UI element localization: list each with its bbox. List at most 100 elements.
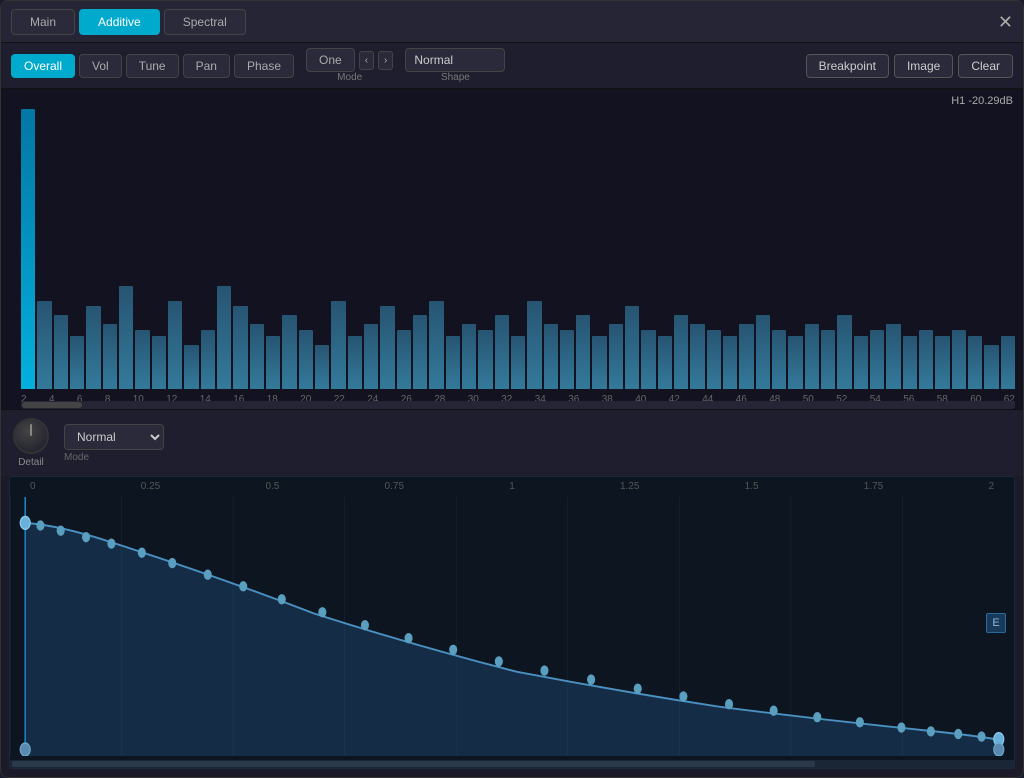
clear-button[interactable]: Clear — [958, 54, 1013, 78]
bar-58[interactable] — [952, 330, 966, 389]
bar-44[interactable] — [723, 336, 737, 389]
env-dot[interactable] — [856, 717, 864, 727]
spectrum-scrollbar[interactable] — [21, 401, 1015, 409]
bar-19[interactable] — [315, 345, 329, 389]
env-dot[interactable] — [540, 665, 548, 675]
toolbar-phase[interactable]: Phase — [234, 54, 294, 78]
bar-56[interactable] — [919, 330, 933, 389]
bar-5[interactable] — [86, 306, 100, 389]
bar-57[interactable] — [935, 336, 949, 389]
bar-40[interactable] — [658, 336, 672, 389]
bar-9[interactable] — [152, 336, 166, 389]
bar-59[interactable] — [968, 336, 982, 389]
bar-41[interactable] — [674, 315, 688, 389]
env-dot[interactable] — [449, 645, 457, 655]
bar-24[interactable] — [397, 330, 411, 389]
env-dot[interactable] — [318, 607, 326, 617]
env-dot[interactable] — [138, 548, 146, 558]
bar-49[interactable] — [805, 324, 819, 389]
toolbar-pan[interactable]: Pan — [183, 54, 230, 78]
bar-20[interactable] — [331, 301, 345, 389]
envelope-scrollbar[interactable] — [10, 760, 1014, 768]
bar-22[interactable] — [364, 324, 378, 389]
env-dot[interactable] — [107, 538, 115, 548]
bar-54[interactable] — [886, 324, 900, 389]
env-dot[interactable] — [36, 520, 44, 530]
bar-48[interactable] — [788, 336, 802, 389]
bar-15[interactable] — [250, 324, 264, 389]
bar-43[interactable] — [707, 330, 721, 389]
env-dot[interactable] — [361, 620, 369, 630]
bar-11[interactable] — [184, 345, 198, 389]
env-dot[interactable] — [168, 558, 176, 568]
env-dot[interactable] — [954, 729, 962, 739]
env-dot[interactable] — [82, 532, 90, 542]
bar-61[interactable] — [1001, 336, 1015, 389]
bar-31[interactable] — [511, 336, 525, 389]
bar-34[interactable] — [560, 330, 574, 389]
detail-knob[interactable] — [13, 418, 49, 454]
bar-29[interactable] — [478, 330, 492, 389]
env-dot[interactable] — [634, 683, 642, 693]
bar-33[interactable] — [544, 324, 558, 389]
bar-52[interactable] — [854, 336, 868, 389]
env-dot[interactable] — [495, 656, 503, 666]
bar-7[interactable] — [119, 286, 133, 389]
close-button[interactable]: ✕ — [998, 13, 1013, 31]
bar-28[interactable] — [462, 324, 476, 389]
bar-30[interactable] — [495, 315, 509, 389]
bar-25[interactable] — [413, 315, 427, 389]
mode-prev-btn[interactable]: ‹ — [359, 51, 374, 70]
bar-27[interactable] — [446, 336, 460, 389]
env-dot[interactable] — [278, 594, 286, 604]
bar-2[interactable] — [37, 301, 51, 389]
env-dot[interactable] — [204, 570, 212, 580]
bar-14[interactable] — [233, 306, 247, 389]
env-dot[interactable] — [770, 705, 778, 715]
env-dot[interactable] — [405, 633, 413, 643]
bar-1[interactable] — [21, 109, 35, 389]
env-dot[interactable] — [897, 722, 905, 732]
toolbar-overall[interactable]: Overall — [11, 54, 75, 78]
env-dot[interactable] — [813, 712, 821, 722]
bar-55[interactable] — [903, 336, 917, 389]
bar-53[interactable] — [870, 330, 884, 389]
bar-13[interactable] — [217, 286, 231, 389]
bar-17[interactable] — [282, 315, 296, 389]
bar-50[interactable] — [821, 330, 835, 389]
bar-60[interactable] — [984, 345, 998, 389]
bar-16[interactable] — [266, 336, 280, 389]
mode-value-btn[interactable]: One — [306, 48, 355, 72]
bar-23[interactable] — [380, 306, 394, 389]
bar-46[interactable] — [756, 315, 770, 389]
bar-42[interactable] — [690, 324, 704, 389]
bar-39[interactable] — [641, 330, 655, 389]
bar-21[interactable] — [348, 336, 362, 389]
env-dot[interactable] — [239, 581, 247, 591]
envelope-area[interactable]: 00.250.50.7511.251.51.752 — [9, 476, 1015, 769]
env-dot-bottom-left[interactable] — [20, 743, 30, 756]
mode-next-btn[interactable]: › — [378, 51, 393, 70]
bar-35[interactable] — [576, 315, 590, 389]
image-button[interactable]: Image — [894, 54, 953, 78]
bar-18[interactable] — [299, 330, 313, 389]
tab-main[interactable]: Main — [11, 9, 75, 35]
bar-38[interactable] — [625, 306, 639, 389]
env-dot[interactable] — [725, 699, 733, 709]
bar-36[interactable] — [592, 336, 606, 389]
tab-spectral[interactable]: Spectral — [164, 9, 246, 35]
toolbar-tune[interactable]: Tune — [126, 54, 179, 78]
bar-47[interactable] — [772, 330, 786, 389]
detail-mode-select[interactable]: Normal Linear Log — [64, 424, 164, 450]
bar-3[interactable] — [54, 315, 68, 389]
env-dot[interactable] — [587, 674, 595, 684]
env-dot[interactable] — [927, 726, 935, 736]
envelope-end-button[interactable]: E — [986, 613, 1006, 633]
bar-51[interactable] — [837, 315, 851, 389]
bar-45[interactable] — [739, 324, 753, 389]
shape-select[interactable]: Normal Linear Exponential Flat — [405, 48, 505, 72]
bar-10[interactable] — [168, 301, 182, 389]
env-dot[interactable] — [679, 691, 687, 701]
toolbar-vol[interactable]: Vol — [79, 54, 122, 78]
bar-37[interactable] — [609, 324, 623, 389]
